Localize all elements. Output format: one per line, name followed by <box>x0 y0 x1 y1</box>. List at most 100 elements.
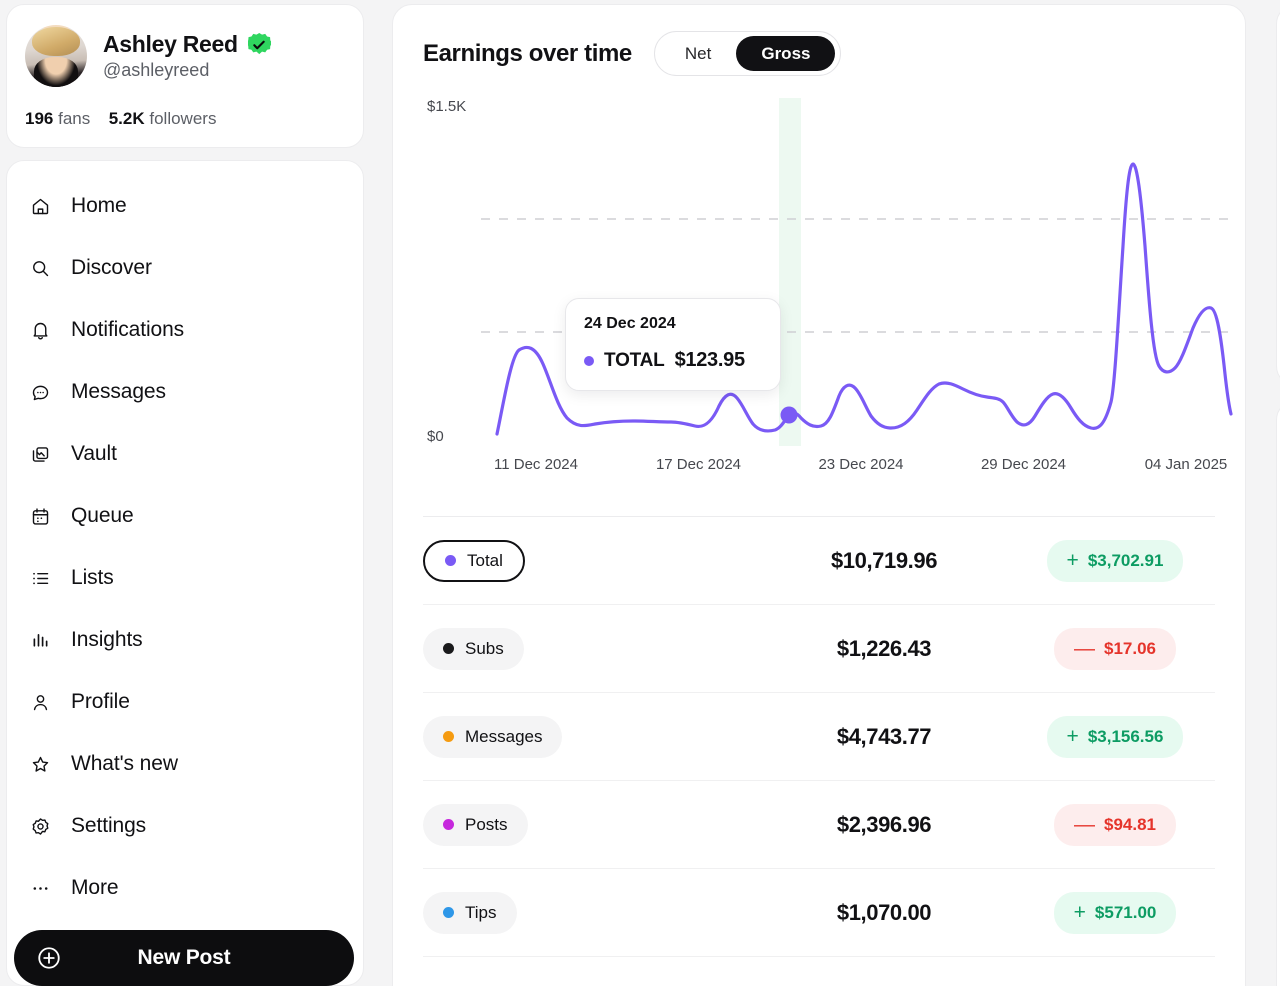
new-post-button[interactable]: New Post <box>14 930 354 986</box>
right-peek-card-top <box>1276 4 1280 386</box>
sidebar-item-whats-new[interactable]: What's new <box>7 733 363 795</box>
tooltip-series-value: $123.95 <box>674 349 746 371</box>
delta-sign: + <box>1073 901 1086 924</box>
status-badge: — $17.06 <box>1054 627 1176 670</box>
category-dot-icon <box>443 731 454 742</box>
delta-value: $3,702.91 <box>1087 550 1164 570</box>
tooltip-series-dot <box>584 355 594 366</box>
row-amount: $4,743.77 <box>836 723 932 749</box>
followers-count: 5.2K <box>108 109 145 128</box>
x-tick-label: 29 Dec 2024 <box>980 456 1067 473</box>
followers-label: followers <box>149 109 217 128</box>
ellipsis-icon <box>29 877 51 899</box>
delta-value: $17.06 <box>1104 638 1156 658</box>
profile-handle: @ashleyreed <box>103 60 210 80</box>
category-chip-tips[interactable]: Tips <box>423 891 517 934</box>
page-title: Earnings over time <box>423 39 632 67</box>
sidebar-item-label: Vault <box>71 442 117 465</box>
category-label: Total <box>467 550 503 570</box>
sidebar-item-queue[interactable]: Queue <box>7 485 363 547</box>
plus-circle-icon <box>36 945 62 971</box>
avatar[interactable] <box>25 25 87 87</box>
sidebar-item-discover[interactable]: Discover <box>7 237 363 299</box>
sidebar-item-label: Settings <box>71 814 147 837</box>
calendar-icon <box>29 505 51 527</box>
new-post-label: New Post <box>137 946 231 969</box>
x-tick-label: 17 Dec 2024 <box>655 456 742 473</box>
status-badge: + $571.00 <box>1053 891 1177 934</box>
toggle-option-gross[interactable]: Gross <box>736 36 836 71</box>
category-chip-messages[interactable]: Messages <box>423 715 563 758</box>
profile-stats: 196 fans 5.2K followers <box>25 109 345 129</box>
delta-sign: — <box>1074 637 1095 660</box>
row-amount: $1,070.00 <box>836 899 932 925</box>
sidebar-item-notifications[interactable]: Notifications <box>7 299 363 361</box>
row-amount: $2,396.96 <box>836 811 932 837</box>
list-icon <box>29 567 51 589</box>
sidebar-item-profile[interactable]: Profile <box>7 671 363 733</box>
row-delta-cell: + $3,156.56 <box>1015 715 1215 758</box>
category-dot-icon <box>443 643 454 654</box>
profile-header: Ashley Reed @ashleyreed <box>25 25 345 87</box>
app-root: Ashley Reed @ashleyreed 196 fans 5.2K fo… <box>0 0 1280 986</box>
profile-name-block: Ashley Reed @ashleyreed <box>103 31 271 81</box>
sidebar-item-label: Messages <box>71 380 166 403</box>
gear-icon <box>29 815 51 837</box>
x-tick-label: 23 Dec 2024 <box>818 456 904 473</box>
category-label: Posts <box>465 814 508 834</box>
net-gross-toggle[interactable]: Net Gross <box>653 31 842 76</box>
sidebar-item-insights[interactable]: Insights <box>7 609 363 671</box>
category-label: Tips <box>465 902 497 922</box>
row-category-cell: Tips <box>423 891 753 934</box>
table-row[interactable]: Subs $1,226.43 — $17.06 <box>423 605 1215 693</box>
earnings-card: Earnings over time Net Gross $1.5K $0 11… <box>392 4 1246 986</box>
status-badge: + $3,156.56 <box>1046 715 1184 758</box>
toggle-option-net[interactable]: Net <box>660 36 736 71</box>
row-category-cell: Posts <box>423 803 753 846</box>
chart-header: Earnings over time Net Gross <box>423 31 1215 76</box>
fans-count: 196 <box>25 109 54 128</box>
sidebar-item-lists[interactable]: Lists <box>7 547 363 609</box>
row-delta-cell: + $571.00 <box>1015 891 1215 934</box>
verified-check-icon <box>247 33 271 55</box>
category-chip-subs[interactable]: Subs <box>423 627 524 670</box>
status-badge: — $94.81 <box>1054 803 1176 846</box>
sidebar-item-label: What's new <box>71 752 178 775</box>
profile-card[interactable]: Ashley Reed @ashleyreed 196 fans 5.2K fo… <box>6 4 364 148</box>
table-row[interactable]: Total $10,719.96 + $3,702.91 <box>423 517 1215 605</box>
x-tick-label: 11 Dec 2024 <box>494 456 578 473</box>
earnings-breakdown-table: Total $10,719.96 + $3,702.91 Subs $1,226… <box>423 516 1215 957</box>
row-amount: $10,719.96 <box>830 547 938 573</box>
row-category-cell: Messages <box>423 715 753 758</box>
sidebar-item-label: More <box>71 876 119 899</box>
sidebar-item-home[interactable]: Home <box>7 175 363 237</box>
sidebar: Ashley Reed @ashleyreed 196 fans 5.2K fo… <box>6 0 364 986</box>
status-badge: + $3,702.91 <box>1046 539 1184 582</box>
hover-highlight-band <box>779 98 801 446</box>
sidebar-item-settings[interactable]: Settings <box>7 795 363 857</box>
bar-chart-icon <box>29 629 51 651</box>
category-chip-total[interactable]: Total <box>423 539 525 582</box>
chart-plot-area[interactable] <box>481 98 1241 446</box>
table-row[interactable]: Tips $1,070.00 + $571.00 <box>423 869 1215 957</box>
table-row[interactable]: Posts $2,396.96 — $94.81 <box>423 781 1215 869</box>
main-content: Earnings over time Net Gross $1.5K $0 11… <box>392 0 1280 986</box>
search-icon <box>29 257 51 279</box>
chat-bubble-icon <box>29 381 51 403</box>
table-row[interactable]: Messages $4,743.77 + $3,156.56 <box>423 693 1215 781</box>
category-dot-icon <box>443 819 454 830</box>
right-peek-card-bottom <box>1276 400 1280 986</box>
sidebar-item-vault[interactable]: Vault <box>7 423 363 485</box>
delta-sign: — <box>1074 813 1095 836</box>
y-axis-max-label: $1.5K <box>427 98 467 115</box>
row-category-cell: Total <box>423 539 753 582</box>
sidebar-item-messages[interactable]: Messages <box>7 361 363 423</box>
sidebar-item-more[interactable]: More <box>7 857 363 919</box>
sidebar-item-label: Lists <box>71 566 114 589</box>
row-category-cell: Subs <box>423 627 753 670</box>
sidebar-nav: Home Discover Notifications Messages Vau… <box>6 160 364 986</box>
category-chip-posts[interactable]: Posts <box>423 803 528 846</box>
chart-x-axis: 11 Dec 2024 17 Dec 2024 23 Dec 2024 29 D… <box>481 456 1241 473</box>
sidebar-item-label: Home <box>71 194 127 217</box>
x-tick-label: 04 Jan 2025 <box>1144 456 1228 473</box>
